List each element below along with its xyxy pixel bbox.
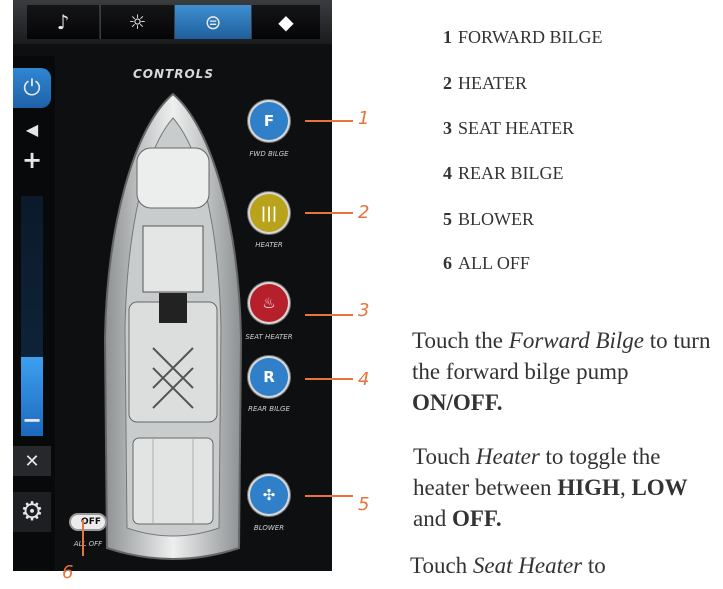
blower-button[interactable]: ✣ (250, 476, 288, 514)
all-off-switch[interactable]: OFF (69, 513, 107, 531)
power-icon: ⏻ (23, 75, 41, 101)
toggle-switches-icon: ⊜ (204, 10, 222, 34)
callout-line-4 (305, 378, 353, 380)
heater-instructions: Touch Heater to toggle the heater betwee… (413, 444, 688, 531)
bilge-pump-icon: F (263, 112, 275, 130)
plus-icon: + (21, 146, 43, 174)
volume-up-button[interactable]: + (13, 146, 51, 174)
tab-audio[interactable]: ♪ (27, 5, 99, 39)
volume-down-button[interactable]: − (13, 406, 51, 434)
bilge-pump-icon: R (263, 368, 275, 386)
callout-line-2 (305, 212, 353, 214)
legend-item: 4 REAR BILGE (443, 163, 564, 183)
legend-item: 5 BLOWER (443, 209, 534, 229)
fan-icon: ✣ (262, 486, 276, 504)
blower-label: BLOWER (253, 524, 285, 532)
tab-controls[interactable]: ⊜ (174, 5, 251, 39)
brightness-icon: ☼ (128, 10, 147, 34)
seat-heater-instructions: Touch Seat Heater to (410, 553, 606, 578)
heater-icon: ||| (260, 204, 278, 222)
seat-heater-button[interactable]: ♨ (250, 284, 288, 322)
settings-button[interactable]: ⚙ (13, 492, 51, 532)
mute-icon: ✕ (24, 450, 40, 472)
music-note-icon: ♪ (56, 10, 70, 34)
heater-label: HEATER (255, 241, 283, 249)
callout-line-5 (305, 495, 353, 497)
seat-heater-label: SEAT HEATER (245, 333, 293, 341)
callout-number-5: 5 (358, 494, 370, 515)
volume-slider[interactable] (21, 196, 43, 436)
legend-item: 3 SEAT HEATER (443, 118, 575, 138)
gear-icon: ⚙ (20, 497, 44, 527)
heater-button[interactable]: ||| (250, 194, 288, 232)
sidebar: ⏻ ◀ + − ✕ ⚙ (13, 56, 55, 571)
rear-bilge-button[interactable]: R (250, 358, 288, 396)
android-icon: ◆ (278, 10, 294, 34)
legend-item: 6 ALL OFF (443, 253, 530, 273)
callout-number-4: 4 (358, 369, 370, 390)
screen-title: CONTROLS (133, 67, 214, 81)
minus-icon: − (21, 406, 43, 434)
forward-bilge-instructions: Touch the Forward Bilge to turn the forw… (412, 328, 711, 415)
callout-line-3 (305, 314, 353, 316)
all-off-label: ALL OFF (73, 540, 103, 548)
legend-item: 1 FORWARD BILGE (443, 27, 603, 47)
callout-number-6: 6 (62, 562, 74, 583)
device-screen: ♪ ☼ ⊜ ◆ ⏻ ◀ + − ✕ ⚙ CONTROLS F FWD BILGE… (13, 0, 332, 571)
mute-button[interactable]: ✕ (13, 446, 51, 476)
tab-apps[interactable]: ◆ (251, 5, 320, 39)
rear-bilge-label: REAR BILGE (248, 405, 290, 413)
power-button[interactable]: ⏻ (13, 68, 51, 108)
forward-bilge-button[interactable]: F (250, 102, 288, 140)
boat-image (103, 92, 243, 560)
speaker-icon: ◀ (25, 119, 39, 139)
all-off-switch-text: OFF (81, 517, 101, 527)
seat-heater-icon: ♨ (262, 294, 276, 312)
forward-bilge-label: FWD BILGE (249, 150, 289, 158)
callout-line-1 (305, 120, 353, 122)
callout-line-6 (82, 520, 84, 556)
tab-lighting[interactable]: ☼ (100, 5, 174, 39)
tab-bar: ♪ ☼ ⊜ ◆ (13, 0, 332, 44)
legend-item: 2 HEATER (443, 73, 527, 93)
callout-number-3: 3 (358, 300, 370, 321)
callout-number-1: 1 (358, 108, 370, 129)
callout-number-2: 2 (358, 202, 370, 223)
